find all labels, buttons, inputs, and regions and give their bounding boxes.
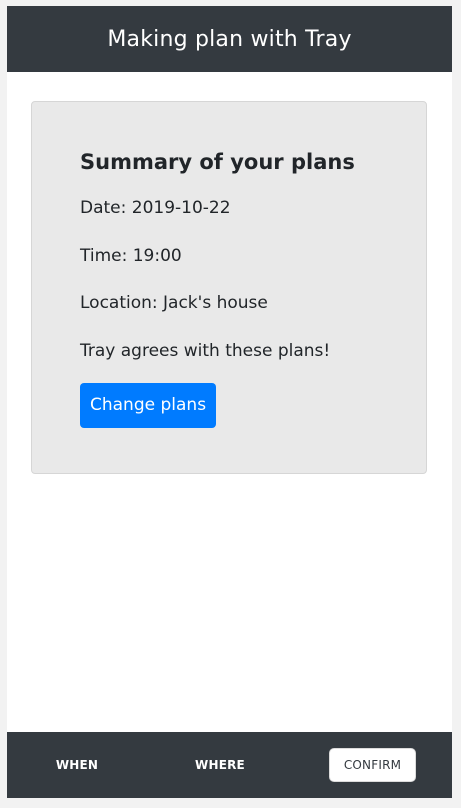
nav-tab-confirm[interactable]: CONFIRM	[329, 748, 416, 782]
plan-date: Date: 2019-10-22	[80, 198, 231, 218]
summary-card: Summary of your plans Date: 2019-10-22 T…	[31, 101, 427, 474]
bottom-nav: WHEN WHERE CONFIRM	[7, 732, 452, 798]
app-frame: Making plan with Tray Summary of your pl…	[7, 6, 452, 798]
agreement-status: Tray agrees with these plans!	[80, 341, 331, 361]
nav-tab-where[interactable]: WHERE	[180, 732, 260, 798]
plan-location: Location: Jack's house	[80, 293, 268, 313]
plan-time: Time: 19:00	[80, 246, 182, 266]
nav-tab-when[interactable]: WHEN	[37, 732, 117, 798]
summary-title: Summary of your plans	[80, 150, 355, 174]
app-header: Making plan with Tray	[7, 6, 452, 72]
change-plans-button[interactable]: Change plans	[80, 383, 217, 428]
page-title: Making plan with Tray	[107, 26, 352, 52]
